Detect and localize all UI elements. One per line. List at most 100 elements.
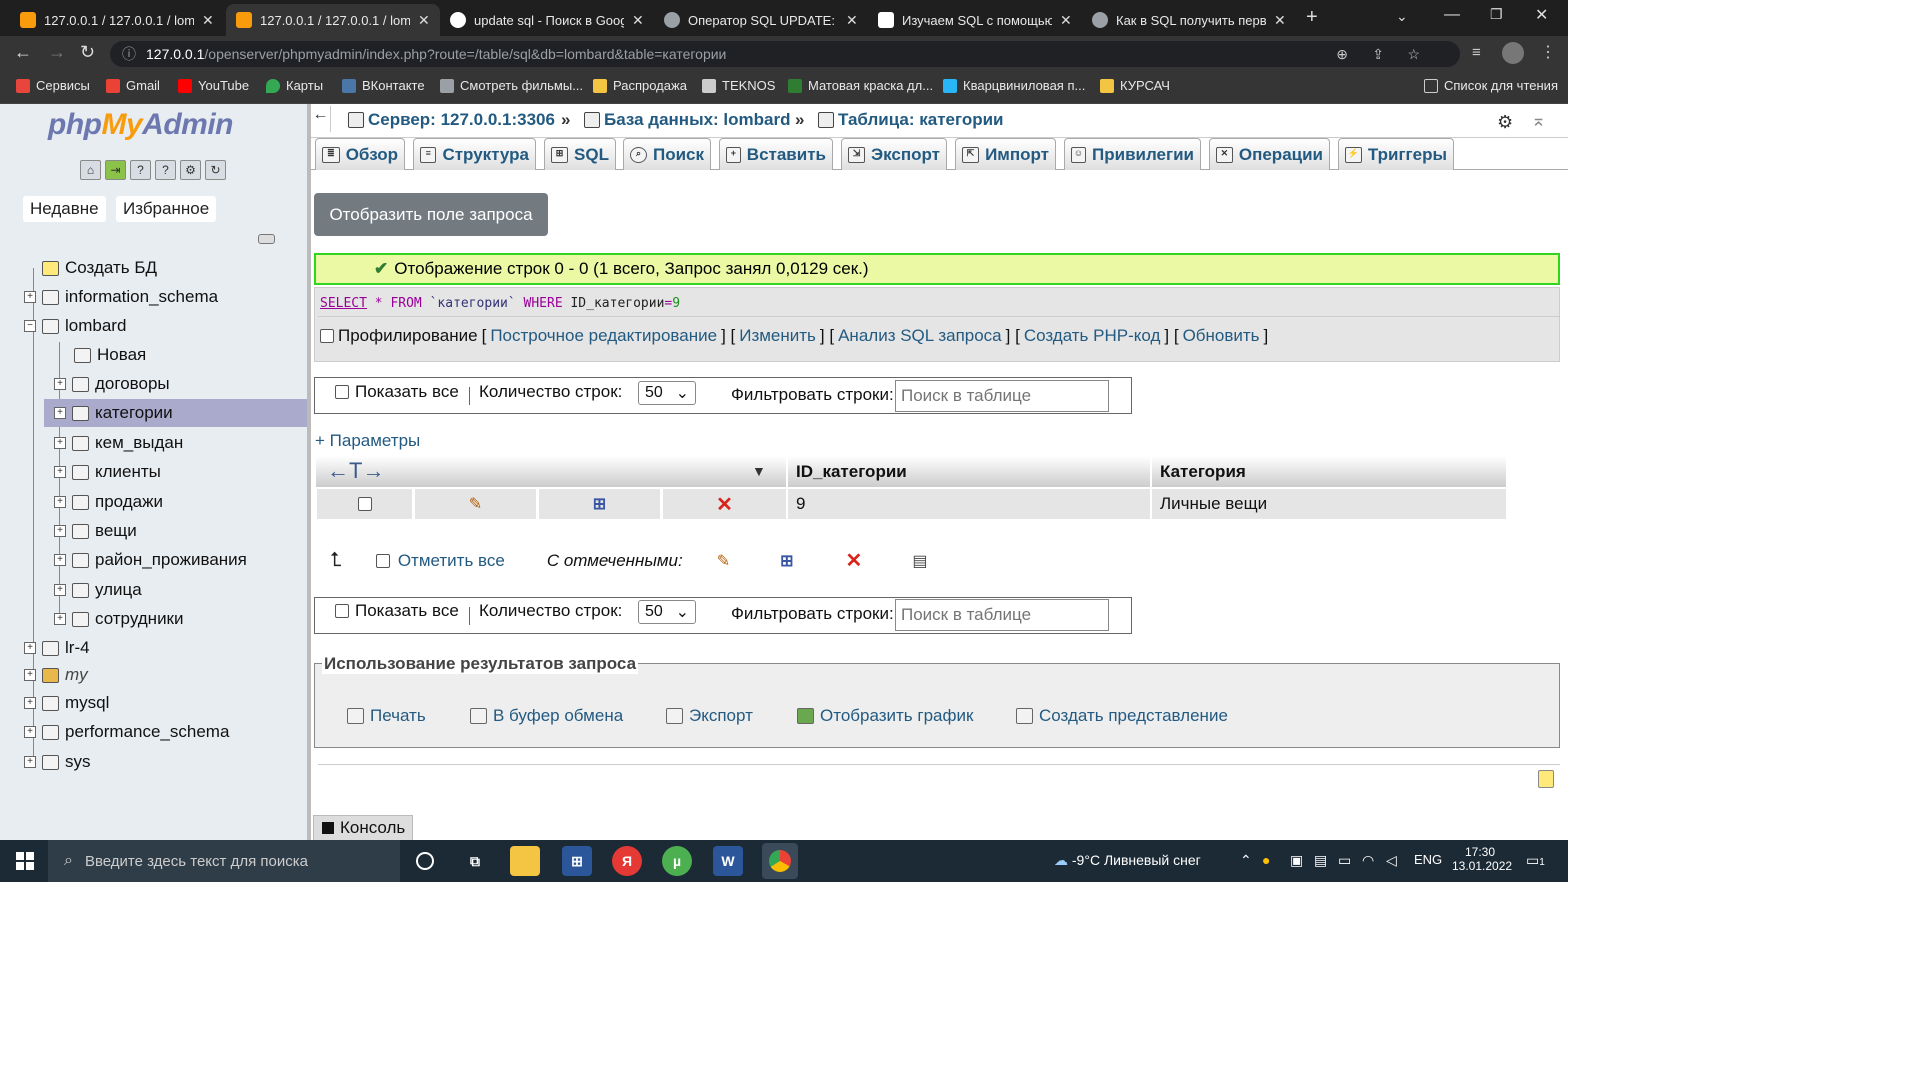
tree-item-db[interactable]: + performance_schema (24, 718, 307, 746)
collapse-icon[interactable]: − (24, 320, 36, 332)
profiling-checkbox[interactable] (320, 329, 334, 343)
ms-store-icon[interactable]: ⊞ (562, 846, 592, 876)
tray-app-icon[interactable]: ▤ (1314, 852, 1327, 869)
address-bar[interactable]: ⓘ 127.0.0.1/openserver/phpmyadmin/index.… (110, 41, 1460, 67)
browser-tab-5[interactable]: Изучаем SQL с помощью ✕ (868, 4, 1082, 36)
volume-icon[interactable]: ◁ (1386, 852, 1397, 869)
reading-list[interactable]: Список для чтения (1424, 78, 1558, 93)
delete-selected-icon[interactable]: ✕ (846, 548, 863, 573)
settings-gear-icon[interactable]: ⚙ (180, 160, 201, 180)
file-explorer-icon[interactable] (510, 846, 540, 876)
edit-selected-icon[interactable]: ✎ (717, 551, 730, 571)
row-copy-button[interactable]: ⊞ (539, 489, 660, 519)
show-hidden-icons[interactable]: ⌃ (1240, 852, 1252, 869)
phpmyadmin-logo[interactable]: phpMyAdmin (48, 108, 233, 142)
tree-item-table[interactable]: + сотрудники (44, 605, 307, 633)
expand-icon[interactable]: + (24, 726, 36, 738)
taskbar-search[interactable]: ⌕ Введите здесь текст для поиска (48, 840, 400, 882)
tab-insert[interactable]: + Вставить (719, 138, 833, 170)
zoom-icon[interactable]: ⊕ (1336, 41, 1348, 67)
rows-count-select[interactable]: 50 ⌄ (638, 381, 696, 405)
print-link[interactable]: Печать (347, 706, 426, 726)
tree-item-table[interactable]: + договоры (44, 370, 307, 398)
tree-item-table[interactable]: + продажи (44, 488, 307, 516)
weather-widget[interactable]: ☁ -9°C Ливневый снег (1054, 852, 1201, 869)
site-info-icon[interactable]: ⓘ (122, 41, 136, 67)
battery-icon[interactable]: ▭ (1338, 852, 1351, 869)
export-selected-icon[interactable]: ▤ (912, 551, 927, 571)
row-delete-button[interactable]: ✕ (663, 489, 786, 519)
breadcrumb-database[interactable]: База данных: lombard (584, 110, 791, 130)
yandex-browser-icon[interactable]: Я (612, 846, 642, 876)
tab-browse[interactable]: ≣ Обзор (315, 138, 405, 170)
new-tab-button[interactable]: + (1306, 6, 1318, 29)
browser-tab-6[interactable]: Как в SQL получить первые ✕ (1082, 4, 1296, 36)
tab-search-icon[interactable]: ⌄ (1396, 8, 1408, 25)
row-select-cell[interactable] (317, 489, 412, 519)
collapse-sidebar-icon[interactable]: ← (311, 106, 331, 132)
media-controls-icon[interactable]: ≡ (1472, 44, 1481, 61)
expand-icon[interactable]: + (54, 584, 66, 596)
link-with-main-panel-icon[interactable] (258, 234, 275, 244)
explain-sql-link[interactable]: Анализ SQL запроса (838, 326, 1002, 346)
filter-rows-input[interactable] (895, 599, 1109, 631)
filter-rows-input[interactable] (895, 380, 1109, 412)
avatar[interactable] (1502, 42, 1524, 64)
tab-structure[interactable]: ≡ Структура (413, 138, 536, 170)
windows-start-icon[interactable] (16, 852, 34, 870)
expand-icon[interactable]: + (54, 613, 66, 625)
restore-window-button[interactable]: ❐ (1490, 6, 1503, 23)
word-icon[interactable]: W (713, 846, 743, 876)
show-query-box-button[interactable]: Отобразить поле запроса (314, 193, 548, 236)
clock[interactable]: 17:30 13.01.2022 (1452, 845, 1512, 873)
browser-menu-icon[interactable]: ⋮ (1540, 42, 1556, 62)
close-tab-icon[interactable]: ✕ (202, 12, 214, 29)
breadcrumb-table[interactable]: Таблица: категории (818, 110, 1004, 130)
utorrent-icon[interactable]: µ (662, 846, 692, 876)
close-tab-icon[interactable]: ✕ (1060, 12, 1072, 29)
edit-query-link[interactable]: Изменить (739, 326, 816, 346)
tree-item-table[interactable]: + вещи (44, 517, 307, 545)
tree-item-db[interactable]: + mysql (24, 689, 307, 717)
sql-query-text[interactable]: SELECT * FROM `категории` WHERE ID_катег… (320, 296, 680, 311)
bookmark-vk[interactable]: ВКонтакте (342, 78, 425, 93)
breadcrumb-server[interactable]: Сервер: 127.0.0.1:3306 (348, 110, 555, 130)
options-link[interactable]: + Параметры (315, 431, 420, 451)
favorite-tables-button[interactable]: Избранное (116, 196, 217, 222)
home-icon[interactable]: ⌂ (80, 160, 101, 180)
column-header-id[interactable]: ID_категории (788, 456, 1150, 487)
tab-privileges[interactable]: ☺ Привилегии (1064, 138, 1201, 170)
settings-gear-icon[interactable]: ⚙ (1497, 112, 1513, 133)
expand-icon[interactable]: + (54, 437, 66, 449)
logout-icon[interactable]: ⇥ (105, 160, 126, 180)
show-all-toggle[interactable]: Показать все (335, 601, 459, 621)
browser-tab-2[interactable]: 127.0.0.1 / 127.0.0.1 / lombard ✕ (226, 4, 440, 36)
bookmark-movies[interactable]: Смотреть фильмы... (440, 78, 583, 93)
language-indicator[interactable]: ENG (1414, 852, 1442, 867)
display-chart-link[interactable]: Отобразить график (797, 706, 973, 726)
wifi-icon[interactable]: ◠ (1362, 852, 1374, 869)
show-all-toggle[interactable]: Показать все (335, 382, 459, 402)
row-checkbox[interactable] (357, 497, 372, 511)
browser-tab-4[interactable]: Оператор SQL UPDATE: пример ✕ (654, 4, 868, 36)
create-view-link[interactable]: Создать представление (1016, 706, 1228, 726)
expand-icon[interactable]: + (24, 291, 36, 303)
bookmark-gmail[interactable]: Gmail (106, 78, 160, 93)
task-view-icon[interactable]: ⧉ (460, 846, 490, 876)
tab-import[interactable]: ⇱ Импорт (955, 138, 1056, 170)
tray-app-icon[interactable]: ● (1262, 852, 1270, 868)
console-toggle[interactable]: Консоль (313, 815, 413, 841)
bookmark-maps[interactable]: Карты (266, 78, 323, 93)
tab-search[interactable]: ⌕ Поиск (623, 138, 711, 170)
bookmark-sale[interactable]: Распродажа (593, 78, 687, 93)
notifications-icon[interactable]: ▭1 (1526, 852, 1545, 869)
expand-icon[interactable]: + (54, 466, 66, 478)
reload-button[interactable]: ↻ (80, 42, 95, 63)
close-tab-icon[interactable]: ✕ (1274, 12, 1286, 29)
bookmark-services[interactable]: Сервисы (16, 78, 90, 93)
docs-icon[interactable]: ? (155, 160, 176, 180)
tab-sql[interactable]: ⊞ SQL (544, 138, 616, 170)
show-all-checkbox[interactable] (335, 604, 349, 618)
sidebar-resizer[interactable] (307, 104, 311, 840)
tree-item-db-group[interactable]: + my (24, 661, 307, 689)
